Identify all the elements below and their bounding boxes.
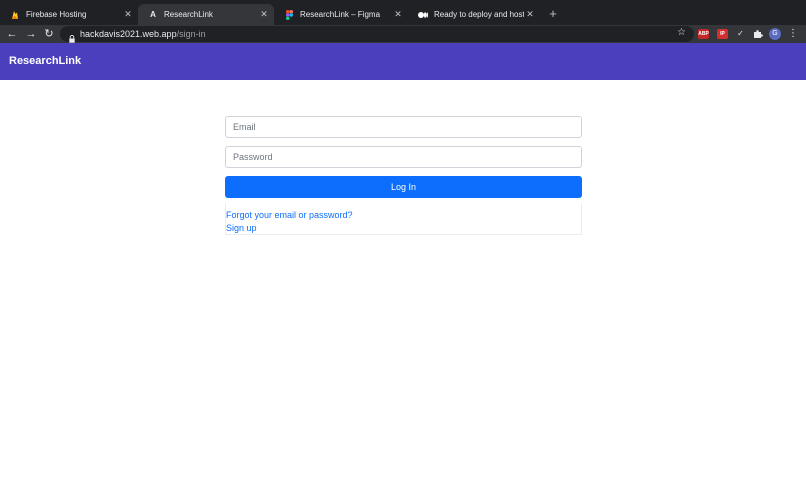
arrow-right-icon: →: [25, 28, 37, 40]
tab-title: ResearchLink – Figma: [300, 10, 381, 19]
close-icon[interactable]: ✕: [392, 9, 404, 20]
forgot-password-link[interactable]: Forgot your email or password?: [226, 209, 581, 222]
email-field[interactable]: [225, 116, 582, 138]
new-tab-button[interactable]: +: [546, 6, 560, 21]
fire-icon: [10, 10, 20, 20]
close-icon[interactable]: ✕: [122, 9, 134, 20]
close-icon[interactable]: ✕: [524, 9, 536, 20]
password-field[interactable]: [225, 146, 582, 168]
reload-button[interactable]: ↻: [42, 25, 56, 43]
tab-researchlink[interactable]: A ResearchLink ✕: [138, 4, 274, 25]
letter-a-icon: A: [150, 10, 156, 19]
tab-ready-to-deploy[interactable]: Ready to deploy and host your ✕: [408, 4, 540, 25]
tab-title: Ready to deploy and host your: [434, 10, 524, 19]
auth-links: Forgot your email or password? Sign up: [225, 203, 582, 235]
check-extension-icon[interactable]: ✓: [735, 29, 746, 39]
tab-title: ResearchLink: [164, 10, 213, 19]
bookmark-star-icon[interactable]: ☆: [677, 27, 686, 38]
browser-toolbar: ← → ↻ hackdavis2021.web.app/sign-in ☆ AB…: [0, 25, 806, 43]
adblock-extension-icon[interactable]: ABP: [698, 29, 709, 39]
extension-icon[interactable]: IP: [717, 29, 728, 39]
profile-avatar[interactable]: G: [769, 28, 781, 40]
medium-icon: [418, 10, 428, 20]
url-path: /sign-in: [176, 29, 206, 39]
puzzle-icon[interactable]: [752, 29, 763, 39]
forward-button[interactable]: →: [24, 25, 38, 43]
sign-up-link[interactable]: Sign up: [226, 222, 581, 235]
close-icon[interactable]: ✕: [258, 9, 270, 20]
app-navbar: ResearchLink: [0, 43, 806, 80]
reload-icon: ↻: [44, 28, 54, 40]
lock-icon: [69, 30, 75, 43]
browser-tab-strip: Firebase Hosting ✕ A ResearchLink ✕ Rese…: [0, 0, 806, 25]
brand-logo-text[interactable]: ResearchLink: [9, 55, 81, 67]
url-text: hackdavis2021.web.app/sign-in: [80, 28, 206, 40]
back-button[interactable]: ←: [5, 25, 19, 43]
browser-menu-icon[interactable]: ⋮: [788, 25, 798, 43]
tab-firebase-hosting[interactable]: Firebase Hosting ✕: [0, 4, 138, 25]
figma-icon: [284, 9, 294, 20]
sign-in-form: Log In Forgot your email or password? Si…: [225, 116, 582, 235]
log-in-button[interactable]: Log In: [225, 176, 582, 198]
tab-researchlink-figma[interactable]: ResearchLink – Figma ✕: [274, 4, 408, 25]
arrow-left-icon: ←: [6, 28, 18, 40]
url-host: hackdavis2021.web.app: [80, 29, 177, 39]
address-bar[interactable]: hackdavis2021.web.app/sign-in ☆: [60, 26, 694, 43]
tab-title: Firebase Hosting: [26, 10, 87, 19]
